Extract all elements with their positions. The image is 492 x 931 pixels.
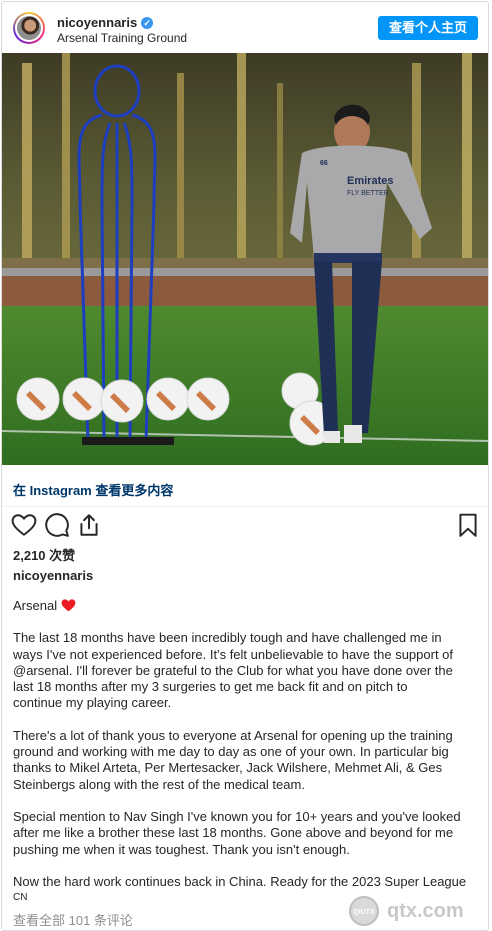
caption-paragraph-3: There's a lot of thank yous to everyone …: [13, 727, 453, 792]
instagram-embed-card: nicoyennaris ✓ Arsenal Training Ground 查…: [1, 1, 489, 931]
watermark: QIUTX qtx.com: [335, 892, 487, 930]
caption-paragraph-5: Now the hard work continues back in Chin…: [13, 873, 467, 889]
location-link[interactable]: Arsenal Training Ground: [57, 31, 187, 45]
avatar-photo: [17, 16, 41, 40]
shirt-sponsor-text: Emirates: [347, 175, 393, 187]
likes-count[interactable]: 2,210 次赞: [13, 545, 75, 564]
verified-badge-icon: ✓: [141, 16, 154, 29]
shirt-sponsor-tagline: FLY BETTER: [347, 190, 389, 197]
comment-icon[interactable]: [44, 512, 70, 538]
action-bar: [2, 508, 488, 542]
caption: Arsenal The last 18 months have been inc…: [13, 598, 479, 890]
shirt-number: 66: [320, 160, 328, 167]
heart-outline-icon[interactable]: [11, 512, 37, 538]
watermark-logo: QIUTX: [349, 896, 379, 926]
country-tag: CN: [13, 892, 28, 903]
caption-paragraph-4: Special mention to Nav Singh I've known …: [13, 808, 461, 857]
caption-paragraph-2: The last 18 months have been incredibly …: [13, 630, 454, 711]
view-profile-button[interactable]: 查看个人主页: [377, 16, 478, 40]
view-more-bar[interactable]: 在 Instagram 查看更多内容: [2, 465, 488, 507]
share-icon[interactable]: [76, 512, 102, 538]
bookmark-icon[interactable]: [455, 512, 481, 538]
username[interactable]: nicoyennaris: [57, 15, 137, 30]
username-row[interactable]: nicoyennaris ✓: [57, 15, 154, 30]
caption-paragraph-1: Arsenal: [13, 598, 479, 616]
post-photo[interactable]: Emirates FLY BETTER 66: [2, 53, 488, 465]
view-all-comments-link[interactable]: 查看全部 101 条评论: [13, 910, 133, 929]
view-more-link[interactable]: 在 Instagram 查看更多内容: [13, 480, 173, 499]
post-header: nicoyennaris ✓ Arsenal Training Ground 查…: [2, 2, 488, 54]
red-heart-icon: [61, 598, 76, 616]
avatar[interactable]: [13, 12, 45, 44]
watermark-text: qtx.com: [387, 899, 464, 922]
caption-username[interactable]: nicoyennaris: [13, 568, 93, 583]
